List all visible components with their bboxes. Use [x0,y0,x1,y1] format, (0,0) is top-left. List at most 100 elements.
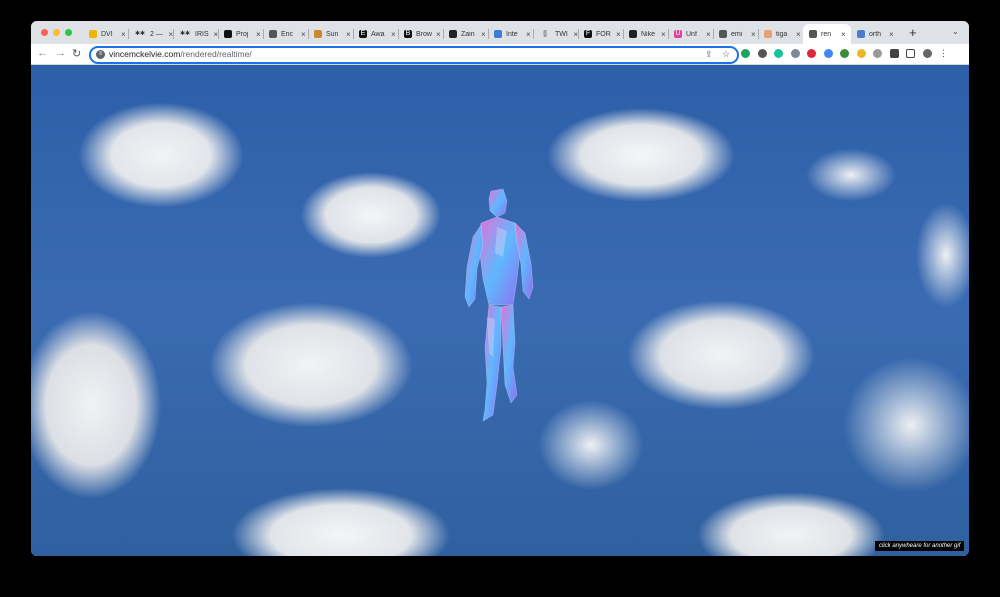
tab-close-icon[interactable]: × [526,30,531,39]
tab-9[interactable]: Inte × [488,24,533,44]
tab-close-icon[interactable]: × [121,30,126,39]
tab-10[interactable]: [] TWI × [533,24,578,44]
download-icon[interactable] [840,49,849,58]
tab-title: FOR [596,30,611,38]
reload-icon[interactable]: ↻ [72,47,81,60]
tab-strip: DVI × ✱✱ 2 — × ✱✱ IRIS × Proj × Eric × Sun × E Awa × B Bro… [83,24,896,44]
tab-13[interactable]: U Unf × [668,24,713,44]
tab-title: IRIS [195,30,209,38]
hand-icon [764,30,772,38]
tab-11[interactable]: F FOR × [578,24,623,44]
tab-3[interactable]: Proj × [218,24,263,44]
tab-close-icon[interactable]: × [796,30,801,39]
tab-6[interactable]: E Awa × [353,24,398,44]
tab-title: Brow [416,30,432,38]
dots-icon: ✱✱ [179,31,191,37]
tab-title: ren [821,30,832,38]
color-picker-icon[interactable] [856,49,866,58]
bookmark-star-icon[interactable]: ☆ [722,49,730,60]
tab-close-icon[interactable]: × [481,30,486,39]
figure-left-arm [464,224,484,308]
tab-16[interactable]: ren × [803,24,851,44]
tab-4[interactable]: Eric × [263,24,308,44]
tab-search-chevron-icon[interactable]: ⌄ [952,27,959,36]
owl-icon[interactable] [757,49,767,58]
site-info-icon[interactable]: ≡ [96,50,105,59]
pen-icon [857,30,865,38]
tab-2[interactable]: ✱✱ IRIS × [173,24,218,44]
tab-close-icon[interactable]: × [661,30,666,39]
tab-title: tiga [776,30,788,38]
sidebar-icon[interactable] [906,49,915,58]
tab-title: emi [731,30,743,38]
black-circle-icon [224,30,232,38]
tab-title: Zain [461,30,475,38]
globe-icon [269,30,277,38]
b-square-icon: B [404,30,412,38]
tab-title: DVI [101,30,113,38]
tab-close-icon[interactable]: × [256,30,261,39]
tab-title: Nike [641,30,656,38]
tab-0[interactable]: DVI × [83,24,128,44]
tab-title: 2 — [150,30,163,38]
figure-head [488,188,508,218]
tab-title: TWI [555,30,568,38]
maximize-window-button[interactable] [65,29,72,36]
url-path: /rendered/realtime/ [180,49,252,59]
puzzle-icon[interactable] [889,49,899,58]
address-bar[interactable]: ≡ vincemckelvie.com/rendered/realtime/ ⇪… [89,46,739,64]
tab-close-icon[interactable]: × [391,30,396,39]
tab-title: orth [869,30,882,38]
avatar-icon[interactable] [922,49,932,58]
minimize-window-button[interactable] [53,29,60,36]
bolt-icon[interactable] [741,49,750,58]
chair-icon [314,30,322,38]
tab-1[interactable]: ✱✱ 2 — × [128,24,173,44]
tab-close-icon[interactable]: × [346,30,351,39]
tab-close-icon[interactable]: × [889,30,894,39]
tab-close-icon[interactable]: × [301,30,306,39]
abp-icon[interactable] [807,49,816,58]
yellow-badge-icon [89,30,97,38]
tab-12[interactable]: Nike × [623,24,668,44]
tab-close-icon[interactable]: × [706,30,711,39]
tab-15[interactable]: tiga × [758,24,803,44]
tab-close-icon[interactable]: × [841,30,846,39]
shield-icon[interactable] [790,49,800,58]
tab-title: Unf [686,30,697,38]
tab-5[interactable]: Sun × [308,24,353,44]
browser-window: DVI × ✱✱ 2 — × ✱✱ IRIS × Proj × Eric × Sun × E Awa × B Bro… [31,21,969,556]
new-tab-button[interactable]: + [909,25,917,40]
menu-icon[interactable]: ⋮ [939,49,948,58]
grammarly-icon[interactable] [774,49,783,58]
page-content[interactable]: click anywheare for another gif [31,65,969,556]
tab-17[interactable]: orth × [851,24,896,44]
tab-14[interactable]: emi × [713,24,758,44]
translate-icon[interactable] [823,49,833,58]
globe-icon [719,30,727,38]
feather-icon[interactable] [873,49,882,58]
close-window-button[interactable] [41,29,48,36]
tab-close-icon[interactable]: × [751,30,756,39]
toolbar: ← → ↻ ≡ vincemckelvie.com/rendered/realt… [31,44,969,65]
tab-8[interactable]: Zain × [443,24,488,44]
tab-title: Sun [326,30,339,38]
tab-title: Eric [281,30,294,38]
back-arrow-icon[interactable]: ← [37,47,48,59]
um-icon: U [674,30,682,38]
tab-7[interactable]: B Brow × [398,24,443,44]
e-square-icon: E [359,30,367,38]
url-host: vincemckelvie.com [109,49,181,59]
tab-bar: DVI × ✱✱ 2 — × ✱✱ IRIS × Proj × Eric × Sun × E Awa × B Bro… [31,21,969,44]
forward-arrow-icon[interactable]: → [55,47,66,59]
tab-close-icon[interactable]: × [436,30,441,39]
f-icon: F [584,30,592,38]
tab-title: Awa [371,30,385,38]
tab-title: Proj [236,30,249,38]
tab-close-icon[interactable]: × [616,30,621,39]
tab-title: Inte [506,30,518,38]
share-icon[interactable]: ⇪ [705,49,713,60]
globe-color-icon [494,30,502,38]
globe-icon [809,30,817,38]
url-text[interactable]: vincemckelvie.com/rendered/realtime/ [109,49,252,59]
